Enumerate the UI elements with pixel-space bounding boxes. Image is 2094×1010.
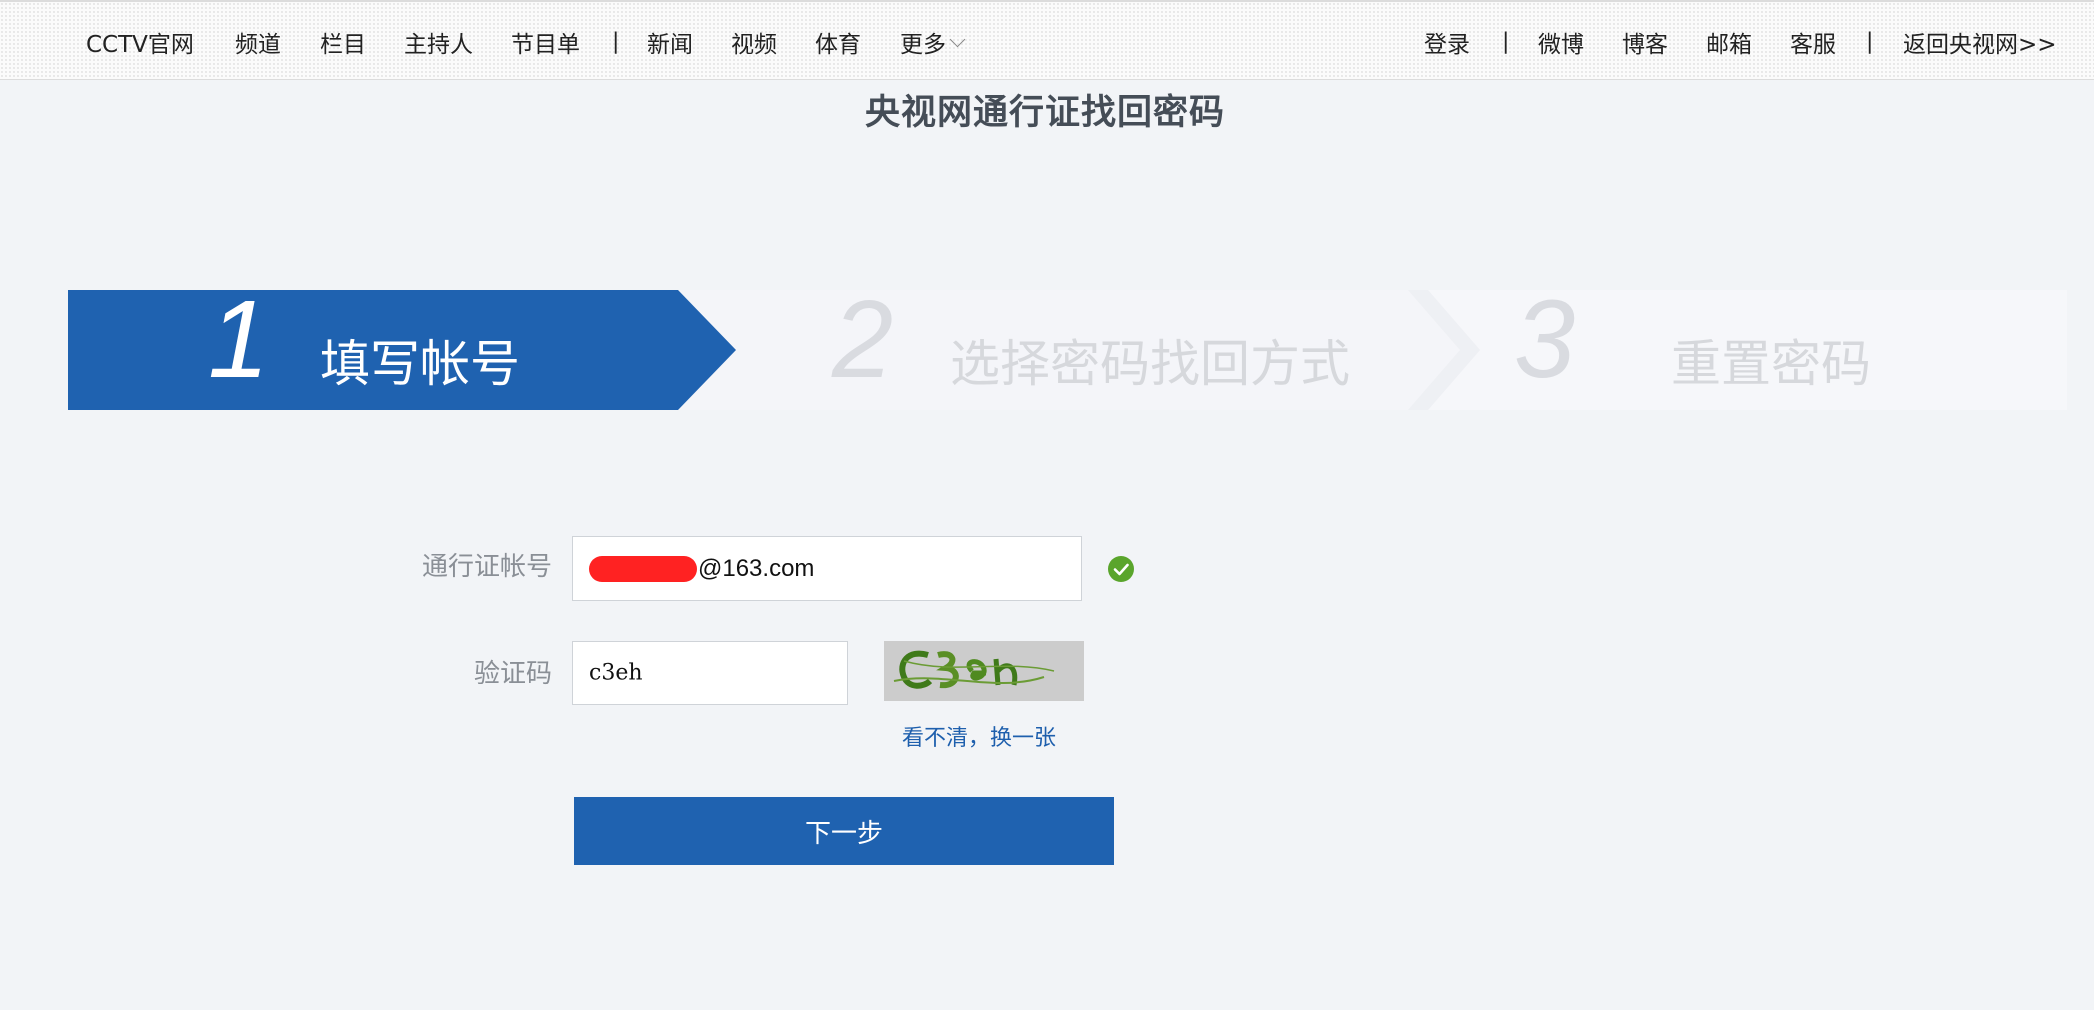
nav-hosts[interactable]: 主持人 <box>404 25 473 59</box>
nav-columns[interactable]: 栏目 <box>320 25 366 59</box>
account-label: 通行证帐号 <box>421 552 552 582</box>
page-title: 央视网通行证找回密码 <box>864 93 1225 133</box>
step-1-label: 填写帐号 <box>320 335 520 393</box>
nav-video[interactable]: 视频 <box>731 25 777 59</box>
captcha-label: 验证码 <box>473 659 552 689</box>
captcha-refresh-link[interactable]: 看不清，换一张 <box>902 720 1056 752</box>
account-input[interactable]: @163.com <box>572 536 1082 601</box>
step-indicator: 1 填写帐号 2 选择密码找回方式 3 重置密码 <box>68 285 2067 410</box>
nav-blog[interactable]: 博客 <box>1622 25 1668 59</box>
step-2-number: 2 <box>832 278 894 401</box>
nav-service[interactable]: 客服 <box>1790 25 1836 59</box>
next-step-button[interactable]: 下一步 <box>574 797 1114 865</box>
account-value: @163.com <box>698 554 815 582</box>
captcha-value: c3eh <box>589 660 643 686</box>
nav-mail[interactable]: 邮箱 <box>1706 25 1752 59</box>
nav-separator: | <box>1502 29 1510 55</box>
captcha-input[interactable]: c3eh <box>572 641 848 705</box>
step-1-number: 1 <box>208 278 270 401</box>
nav-more[interactable]: 更多 <box>900 25 966 59</box>
nav-news[interactable]: 新闻 <box>647 25 693 59</box>
nav-cctv-home[interactable]: CCTV官网 <box>86 25 194 59</box>
nav-schedule[interactable]: 节目单 <box>511 25 580 59</box>
nav-separator: | <box>612 29 620 55</box>
nav-login[interactable]: 登录 <box>1424 25 1470 59</box>
nav-channels[interactable]: 频道 <box>235 25 281 59</box>
check-circle-icon <box>1108 556 1134 582</box>
nav-weibo[interactable]: 微博 <box>1538 25 1584 59</box>
nav-back-to-cctv[interactable]: 返回央视网>> <box>1903 25 2057 59</box>
redaction-mark <box>589 555 697 582</box>
step-3-number: 3 <box>1514 278 1576 401</box>
step-3-label: 重置密码 <box>1671 335 1871 393</box>
nav-sports[interactable]: 体育 <box>815 25 861 59</box>
top-nav-bar: CCTV官网 频道 栏目 主持人 节目单 | 新闻 视频 体育 更多 登录 | … <box>0 0 2094 80</box>
chevron-down-icon <box>949 31 966 47</box>
nav-separator: | <box>1866 29 1874 55</box>
captcha-image[interactable] <box>884 641 1084 701</box>
step-2-label: 选择密码找回方式 <box>950 335 1350 393</box>
nav-more-label: 更多 <box>900 32 946 58</box>
